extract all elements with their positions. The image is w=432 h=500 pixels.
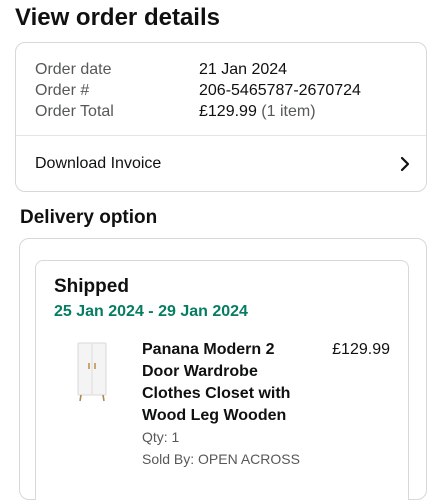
order-number-value: 206-5465787-2670724 — [199, 81, 361, 99]
download-invoice-link[interactable]: Download Invoice — [16, 136, 426, 192]
shipment-status: Shipped — [54, 276, 129, 297]
page-title: View order details — [15, 4, 220, 31]
chevron-right-icon — [398, 156, 412, 172]
shipment-card: Shipped 25 Jan 2024 - 29 Jan 2024 Panana… — [35, 260, 409, 500]
order-date-value: 21 Jan 2024 — [199, 60, 288, 78]
order-total-label: Order Total — [35, 102, 114, 120]
delivery-section-title: Delivery option — [20, 207, 158, 228]
product-price: £129.99 — [332, 341, 390, 358]
order-item-count: (1 item) — [261, 102, 316, 120]
order-date-row: Order date 21 Jan 2024 — [35, 59, 361, 80]
order-number-label: Order # — [35, 81, 90, 99]
order-total-row: Order Total £129.99 (1 item) — [35, 101, 361, 122]
delivery-dates: 25 Jan 2024 - 29 Jan 2024 — [54, 303, 248, 320]
order-summary-card: Order date 21 Jan 2024 Order # 206-54657… — [15, 42, 427, 192]
wardrobe-icon — [77, 342, 107, 402]
order-number-row: Order # 206-5465787-2670724 — [35, 80, 361, 101]
product-quantity: Qty: 1 — [142, 429, 180, 445]
order-summary-rows: Order date 21 Jan 2024 Order # 206-54657… — [35, 59, 361, 122]
order-date-label: Order date — [35, 60, 112, 78]
product-seller: Sold By: OPEN ACROSS — [142, 451, 300, 467]
product-name-link[interactable]: Panana Modern 2 Door Wardrobe Clothes Cl… — [142, 339, 302, 427]
product-image[interactable] — [72, 341, 112, 403]
order-total-amount: £129.99 — [199, 102, 257, 120]
order-total-value: £129.99 (1 item) — [199, 103, 316, 121]
download-invoice-label: Download Invoice — [35, 155, 162, 172]
delivery-card: Shipped 25 Jan 2024 - 29 Jan 2024 Panana… — [19, 238, 427, 500]
